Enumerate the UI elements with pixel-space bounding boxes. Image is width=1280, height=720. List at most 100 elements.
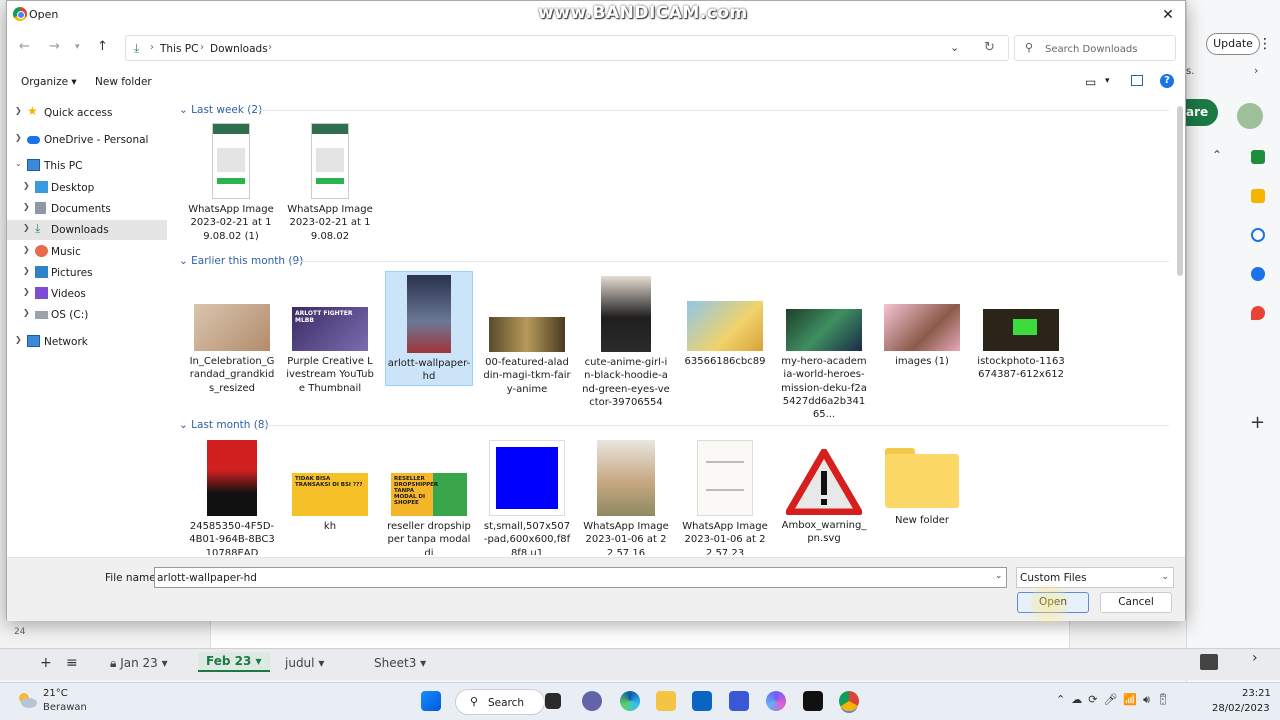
preview-pane-icon[interactable] — [1131, 75, 1143, 86]
file-item[interactable]: cute-anime-girl-in-black-hoodie-and-gree… — [582, 276, 670, 409]
chrome-icon[interactable] — [839, 691, 859, 711]
taskbar-search[interactable]: ⚲ Search — [455, 689, 545, 715]
all-sheets-icon[interactable]: ≡ — [66, 655, 78, 671]
update-button[interactable]: Update — [1206, 33, 1260, 55]
chevron-down-icon[interactable]: ⌄ — [995, 571, 1003, 581]
chevron-right-icon[interactable]: › — [200, 42, 204, 53]
file-name-input[interactable] — [154, 567, 1007, 588]
recent-locations-icon[interactable]: ▾ — [75, 42, 80, 52]
refresh-icon[interactable]: ↻ — [984, 40, 995, 55]
copilot-icon[interactable] — [766, 691, 786, 711]
breadcrumb-downloads[interactable]: Downloads — [210, 43, 268, 55]
chevron-right-icon[interactable]: ❯ — [23, 223, 30, 232]
nav-item-this-pc[interactable]: ⌄ This PC — [7, 156, 167, 176]
contacts-icon[interactable] — [1251, 267, 1265, 281]
file-item[interactable]: Ambox_warning_pn.svg — [780, 448, 868, 546]
chevron-right-icon[interactable]: › — [150, 42, 154, 53]
file-item[interactable]: WhatsApp Image 2023-02-21 at 19.08.02 — [286, 123, 374, 243]
chevron-down-icon[interactable]: ▾ — [1105, 76, 1110, 86]
chevron-right-icon[interactable]: ❯ — [15, 106, 22, 115]
view-options-icon[interactable]: ▭ — [1085, 75, 1096, 89]
more-menu-icon[interactable]: ⋮ — [1258, 36, 1272, 52]
file-explorer-icon[interactable] — [656, 691, 676, 711]
clock-date[interactable]: 28/02/2023 — [1212, 703, 1270, 714]
file-item[interactable]: In_Celebration_Grandad_grandkids_resized — [188, 304, 276, 395]
file-item[interactable]: WhatsApp Image 2023-01-06 at 22.57.23 — [681, 440, 769, 555]
file-item[interactable]: WhatsApp Image 2023-01-06 at 22.57.16 — [582, 440, 670, 555]
sheet-tab-judul[interactable]: judul ▾ — [285, 656, 324, 670]
group-header-last-month[interactable]: ⌄ Last month (8) — [179, 419, 269, 431]
windows-start-icon[interactable] — [421, 691, 441, 711]
nav-item-pictures[interactable]: ❯ Pictures — [7, 263, 167, 283]
file-item[interactable]: 24585350-4F5D-4B01-964B-8BC310788EAD — [188, 440, 276, 555]
file-item[interactable]: RESELLER DROPSHIPPER TANPA MODAL DI SHOP… — [385, 473, 473, 555]
file-item[interactable]: ARLOTT FIGHTER MLBB Purple Creative Live… — [286, 307, 374, 395]
chevron-up-icon[interactable]: ⌃ — [1212, 148, 1222, 162]
group-header-last-week[interactable]: ⌄ Last week (2) — [179, 104, 262, 116]
file-item[interactable]: WhatsApp Image 2023-02-21 at 19.08.02 (1… — [187, 123, 275, 243]
nav-item-documents[interactable]: ❯ Documents — [7, 199, 167, 219]
keep-icon[interactable] — [1251, 189, 1265, 203]
chevron-right-icon[interactable]: › — [1254, 64, 1258, 77]
share-button[interactable]: are — [1186, 99, 1218, 126]
nav-item-videos[interactable]: ❯ Videos — [7, 284, 167, 304]
app-icon[interactable] — [729, 691, 749, 711]
up-arrow-icon[interactable]: ↑ — [97, 39, 108, 54]
capcut-icon[interactable] — [803, 691, 823, 711]
chevron-right-icon[interactable]: ❯ — [23, 308, 30, 317]
close-button[interactable]: ✕ — [1157, 5, 1179, 25]
mail-icon[interactable] — [692, 691, 712, 711]
breadcrumb-this-pc[interactable]: This PC — [160, 43, 198, 55]
folder-item[interactable]: New folder — [878, 448, 966, 527]
cancel-button[interactable]: Cancel — [1100, 592, 1172, 613]
help-icon[interactable]: ? — [1160, 74, 1174, 88]
file-item[interactable]: TIDAK BISA TRANSAKSI DI BSI ??? kh — [286, 473, 374, 533]
file-item[interactable]: my-hero-academia-world-heroes-mission-de… — [780, 309, 868, 421]
system-tray-icons[interactable]: ⌃☁⟳🎤︎📶🔊︎🔋︎ — [1056, 693, 1176, 707]
task-view-icon[interactable] — [545, 693, 561, 709]
chat-icon[interactable] — [582, 691, 602, 711]
nav-item-downloads[interactable]: ❯ ⤓ Downloads — [7, 220, 167, 240]
edge-icon[interactable] — [620, 691, 640, 711]
nav-item-os-c[interactable]: ❯ OS (C:) — [7, 305, 167, 325]
file-type-select[interactable]: Custom Files ⌄ — [1016, 567, 1174, 588]
add-sheet-icon[interactable]: + — [40, 655, 52, 671]
nav-item-onedrive[interactable]: ❯ OneDrive - Personal — [7, 130, 167, 150]
back-arrow-icon[interactable]: ← — [19, 39, 30, 54]
weather-cloud-icon[interactable] — [16, 691, 38, 709]
chevron-right-icon[interactable]: ❯ — [23, 202, 30, 211]
chevron-down-icon[interactable]: ⌄ — [15, 159, 22, 168]
chevron-right-icon[interactable]: › — [268, 42, 272, 53]
chevron-right-icon[interactable]: ❯ — [15, 133, 22, 142]
sheet-tab-sheet3[interactable]: Sheet3 ▾ — [374, 656, 426, 670]
nav-item-quick-access[interactable]: ❯ ★ Quick access — [7, 103, 167, 123]
chevron-right-icon[interactable]: ❯ — [23, 287, 30, 296]
chevron-down-icon[interactable]: ⌄ — [950, 41, 959, 54]
file-item[interactable]: istockphoto-1163674387-612x612 — [977, 309, 1065, 382]
maps-icon[interactable] — [1251, 306, 1265, 320]
nav-item-desktop[interactable]: ❯ Desktop — [7, 178, 167, 198]
tasks-icon[interactable] — [1251, 228, 1265, 242]
open-button[interactable]: Open — [1017, 592, 1089, 613]
file-item[interactable]: 00-featured-aladdin-magi-tkm-fairy-anime — [483, 317, 571, 396]
chevron-right-icon[interactable]: ❯ — [15, 335, 22, 344]
chevron-right-icon[interactable]: ❯ — [23, 181, 30, 190]
sheet-tab-jan[interactable]: 🔒︎ Jan 23 ▾ — [110, 656, 168, 671]
vertical-scrollbar[interactable] — [1177, 106, 1183, 276]
chevron-right-icon[interactable]: ❯ — [23, 245, 30, 254]
organize-button[interactable]: Organize ▾ — [21, 76, 77, 88]
address-bar[interactable]: ⤓ › This PC › Downloads › ⌄ ↻ — [125, 35, 1009, 61]
new-folder-button[interactable]: New folder — [95, 76, 152, 88]
file-item[interactable]: 63566186cbc89 — [681, 301, 769, 368]
group-header-earlier-this-month[interactable]: ⌄ Earlier this month (9) — [179, 255, 303, 267]
file-item[interactable]: images (1) — [878, 304, 966, 368]
file-item-selected[interactable]: arlott-wallpaper-hd — [385, 271, 473, 386]
calendar-icon[interactable] — [1251, 150, 1265, 164]
chevron-right-icon[interactable]: ❯ — [23, 266, 30, 275]
nav-item-network[interactable]: ❯ Network — [7, 332, 167, 352]
forward-arrow-icon[interactable]: → — [49, 39, 60, 54]
avatar[interactable] — [1237, 103, 1263, 129]
search-box[interactable]: ⚲ Search Downloads — [1014, 35, 1176, 61]
explore-icon[interactable] — [1200, 654, 1218, 670]
add-addon-icon[interactable]: + — [1250, 412, 1265, 433]
